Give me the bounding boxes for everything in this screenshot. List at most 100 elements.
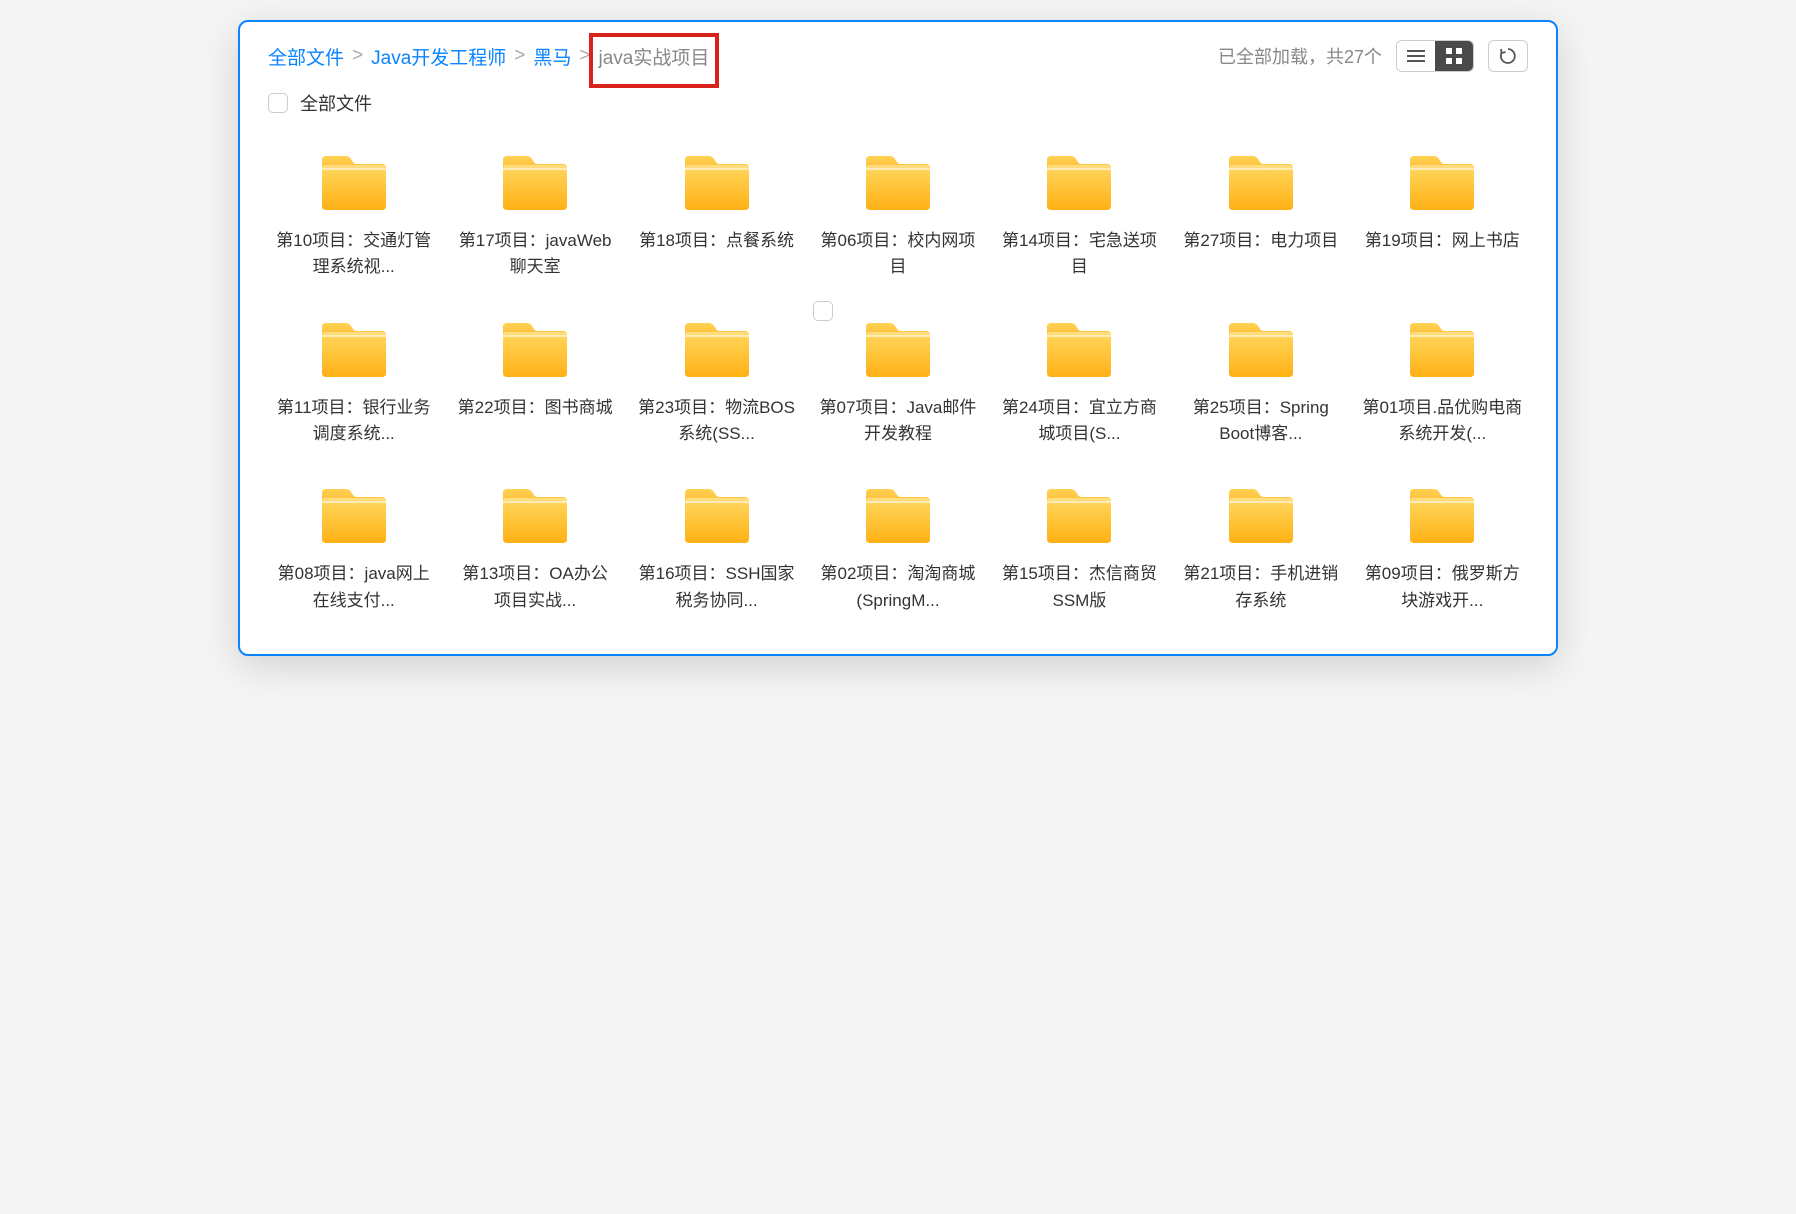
folder-item[interactable]: 第21项目：手机进销存系统 [1175, 487, 1346, 614]
select-all-label: 全部文件 [300, 90, 372, 116]
file-browser-window: 全部文件 > Java开发工程师 > 黑马 > java实战项目 已全部加载，共… [238, 20, 1558, 656]
folder-icon [862, 321, 934, 381]
folder-icon-wrap [1225, 321, 1297, 381]
folder-item[interactable]: 第10项目：交通灯管理系统视... [268, 154, 439, 281]
folder-icon [1225, 154, 1297, 214]
folder-icon-wrap [1043, 487, 1115, 547]
folder-icon [318, 487, 390, 547]
folder-item[interactable]: 第25项目：Spring Boot博客... [1175, 321, 1346, 448]
folder-icon-wrap [681, 154, 753, 214]
folder-icon-wrap [318, 154, 390, 214]
folder-icon-wrap [318, 321, 390, 381]
folder-label: 第18项目：点餐系统 [639, 228, 794, 254]
folder-icon-wrap [681, 321, 753, 381]
folder-item[interactable]: 第27项目：电力项目 [1175, 154, 1346, 281]
folder-item[interactable]: 第07项目：Java邮件开发教程 [812, 321, 983, 448]
folder-label: 第02项目：淘淘商城(SpringM... [818, 561, 978, 614]
folder-icon [318, 154, 390, 214]
folder-label: 第17项目：javaWeb聊天室 [455, 228, 615, 281]
folder-icon [681, 321, 753, 381]
view-toggle [1396, 40, 1474, 72]
folder-label: 第25项目：Spring Boot博客... [1181, 395, 1341, 448]
folder-icon-wrap [1043, 154, 1115, 214]
folder-icon [1225, 487, 1297, 547]
breadcrumb-root[interactable]: 全部文件 [268, 43, 344, 70]
breadcrumb-separator: > [514, 45, 525, 67]
breadcrumb-separator: > [352, 45, 363, 67]
folder-item[interactable]: 第22项目：图书商城 [449, 321, 620, 448]
folder-icon-wrap [499, 321, 571, 381]
folder-label: 第23项目：物流BOS系统(SS... [637, 395, 797, 448]
item-checkbox[interactable] [813, 301, 833, 321]
folder-item[interactable]: 第18项目：点餐系统 [631, 154, 802, 281]
folder-icon [1043, 154, 1115, 214]
breadcrumb-separator: > [579, 45, 590, 67]
folder-label: 第07项目：Java邮件开发教程 [818, 395, 978, 448]
folder-item[interactable]: 第13项目：OA办公项目实战... [449, 487, 620, 614]
folder-item[interactable]: 第09项目：俄罗斯方块游戏开... [1357, 487, 1528, 614]
folder-item[interactable]: 第01项目.品优购电商系统开发(... [1357, 321, 1528, 448]
folder-item[interactable]: 第17项目：javaWeb聊天室 [449, 154, 620, 281]
folder-icon [1225, 321, 1297, 381]
folder-icon-wrap [1406, 487, 1478, 547]
folder-label: 第19项目：网上书店 [1365, 228, 1520, 254]
breadcrumb: 全部文件 > Java开发工程师 > 黑马 > java实战项目 [268, 43, 709, 70]
list-icon [1407, 49, 1425, 63]
folder-item[interactable]: 第15项目：杰信商贸SSM版 [994, 487, 1165, 614]
folder-item[interactable]: 第08项目：java网上在线支付... [268, 487, 439, 614]
folder-icon-wrap [862, 487, 934, 547]
folder-icon-wrap [499, 154, 571, 214]
folder-item[interactable]: 第06项目：校内网项目 [812, 154, 983, 281]
folder-item[interactable]: 第23项目：物流BOS系统(SS... [631, 321, 802, 448]
folder-icon [1043, 487, 1115, 547]
folder-icon [681, 154, 753, 214]
folder-icon-wrap [499, 487, 571, 547]
folder-item[interactable]: 第24项目：宜立方商城项目(S... [994, 321, 1165, 448]
folder-label: 第14项目：宅急送项目 [999, 228, 1159, 281]
folder-icon [1406, 487, 1478, 547]
folder-label: 第27项目：电力项目 [1183, 228, 1338, 254]
load-status: 已全部加载，共27个 [1218, 43, 1382, 69]
folder-label: 第22项目：图书商城 [458, 395, 613, 421]
folder-icon [1043, 321, 1115, 381]
select-all-checkbox[interactable] [268, 93, 288, 113]
folder-icon [1406, 321, 1478, 381]
folder-label: 第10项目：交通灯管理系统视... [274, 228, 434, 281]
folder-label: 第01项目.品优购电商系统开发(... [1362, 395, 1522, 448]
grid-icon [1446, 48, 1462, 64]
folder-icon-wrap [862, 321, 934, 381]
breadcrumb-level-1[interactable]: Java开发工程师 [371, 43, 506, 70]
folder-icon-wrap [1225, 487, 1297, 547]
folder-item[interactable]: 第02项目：淘淘商城(SpringM... [812, 487, 983, 614]
folder-icon-wrap [1406, 321, 1478, 381]
header-bar: 全部文件 > Java开发工程师 > 黑马 > java实战项目 已全部加载，共… [240, 22, 1556, 82]
folder-icon [499, 487, 571, 547]
folder-label: 第13项目：OA办公项目实战... [455, 561, 615, 614]
folder-icon [499, 321, 571, 381]
folder-label: 第24项目：宜立方商城项目(S... [999, 395, 1159, 448]
folder-label: 第21项目：手机进销存系统 [1181, 561, 1341, 614]
grid-view-button[interactable] [1435, 41, 1473, 71]
folder-icon [1406, 154, 1478, 214]
header-controls: 已全部加载，共27个 [1218, 40, 1528, 72]
folder-item[interactable]: 第16项目：SSH国家税务协同... [631, 487, 802, 614]
folder-icon [318, 321, 390, 381]
select-all-row: 全部文件 [240, 82, 1556, 134]
folder-label: 第09项目：俄罗斯方块游戏开... [1362, 561, 1522, 614]
refresh-button[interactable] [1488, 40, 1528, 72]
list-view-button[interactable] [1397, 41, 1435, 71]
breadcrumb-level-2[interactable]: 黑马 [533, 43, 571, 70]
folder-item[interactable]: 第19项目：网上书店 [1357, 154, 1528, 281]
folder-label: 第06项目：校内网项目 [818, 228, 978, 281]
folder-icon-wrap [318, 487, 390, 547]
folder-item[interactable]: 第14项目：宅急送项目 [994, 154, 1165, 281]
folder-label: 第08项目：java网上在线支付... [274, 561, 434, 614]
folder-icon-wrap [1043, 321, 1115, 381]
folder-icon-wrap [1406, 154, 1478, 214]
refresh-icon [1499, 47, 1517, 65]
folder-item[interactable]: 第11项目：银行业务调度系统... [268, 321, 439, 448]
folder-icon [681, 487, 753, 547]
folder-icon-wrap [681, 487, 753, 547]
folder-label: 第16项目：SSH国家税务协同... [637, 561, 797, 614]
folder-grid: 第10项目：交通灯管理系统视... 第17项目：javaWeb聊天室 [240, 134, 1556, 654]
